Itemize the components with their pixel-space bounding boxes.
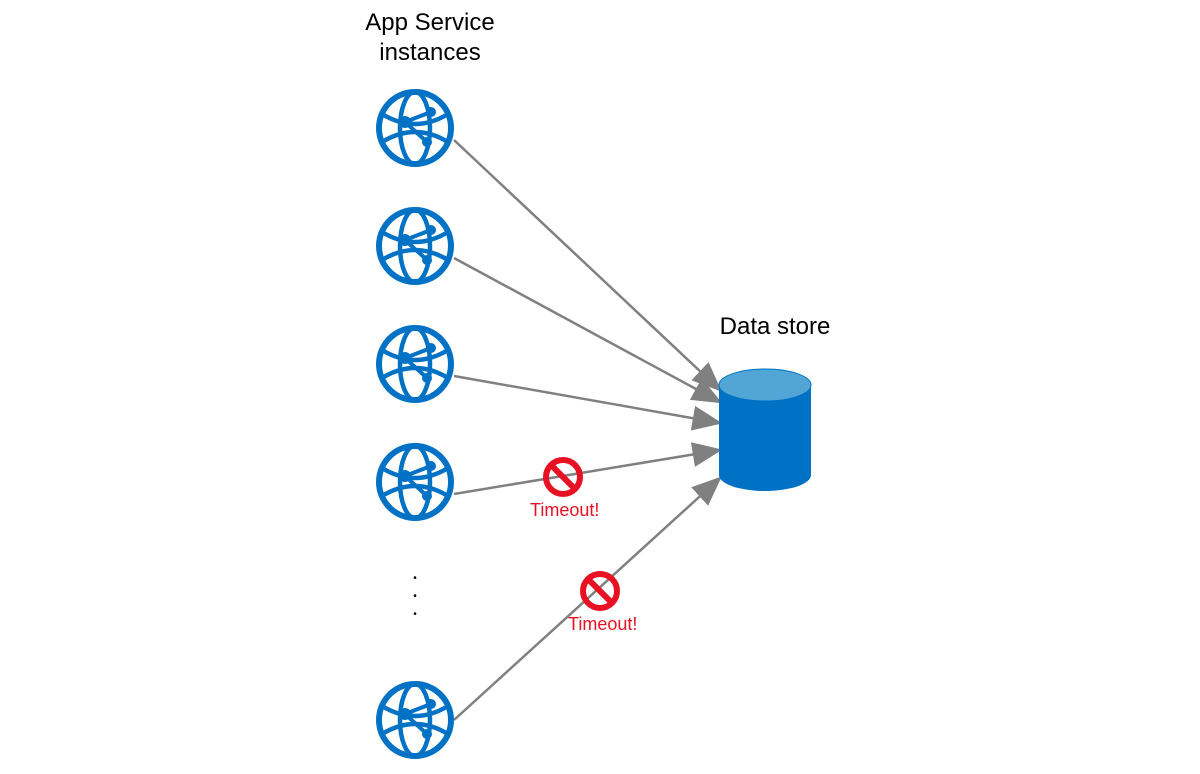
app-service-title: App Service instances (350, 8, 510, 68)
app-service-instance-4 (379, 446, 451, 518)
app-service-instance-3 (379, 328, 451, 400)
database-icon (719, 369, 811, 491)
app-service-instance-n (379, 684, 451, 756)
timeout-label-1: Timeout! (530, 500, 599, 521)
architecture-diagram (0, 0, 1200, 774)
app-service-instance-2 (379, 210, 451, 282)
app-service-instance-1 (379, 92, 451, 164)
timeout-label-2: Timeout! (568, 614, 637, 635)
ellipsis-dots: ••• (405, 570, 425, 624)
data-store-title: Data store (705, 312, 845, 342)
no-entry-icon-2 (583, 574, 617, 608)
